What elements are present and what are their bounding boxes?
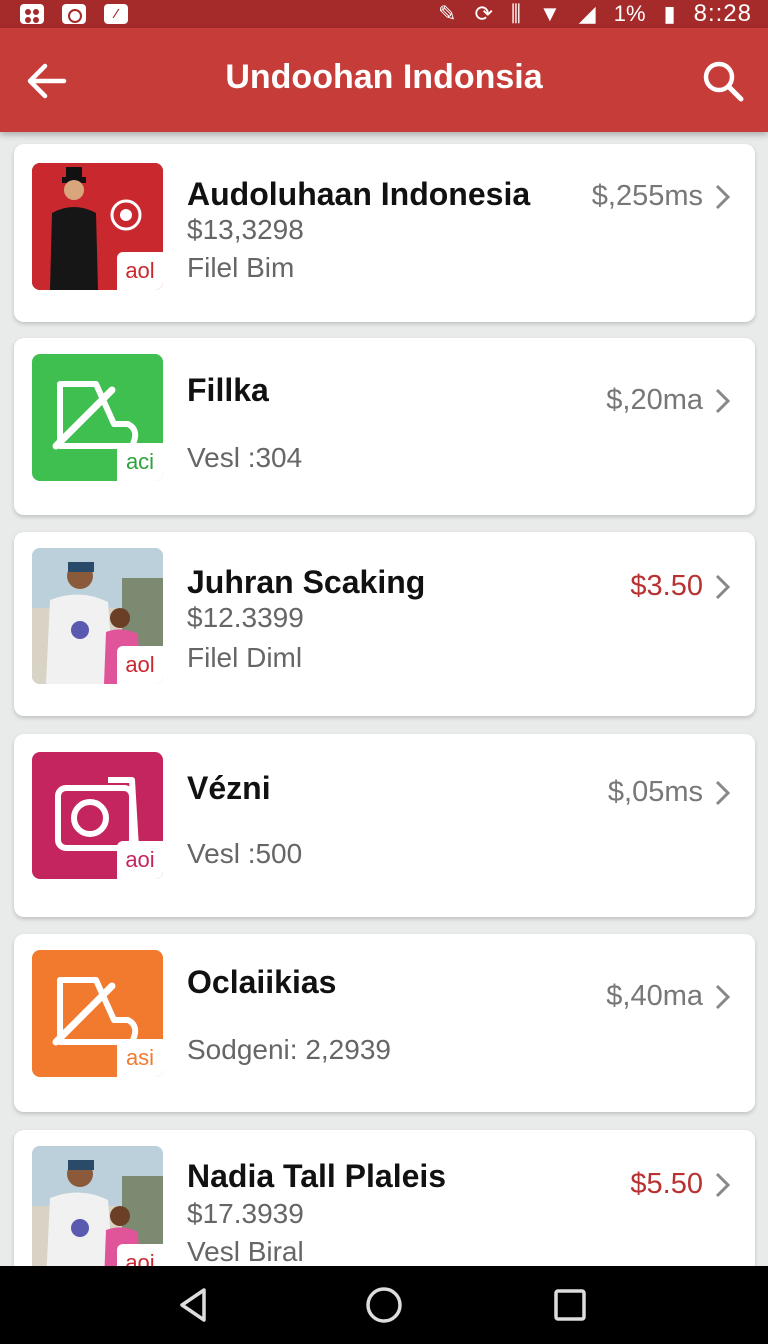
battery-icon: ▮ bbox=[663, 1, 676, 26]
wifi-icon: ▼ bbox=[539, 1, 561, 26]
item-title: Audoluhaan Indonesia bbox=[187, 176, 531, 212]
vibrate-icon: ⫼ bbox=[510, 1, 521, 26]
item-thumbnail: aoi bbox=[32, 1146, 163, 1266]
list-item[interactable]: asi Oclaiikias Sodgeni: 2,2939 $,40ma bbox=[14, 934, 755, 1112]
item-detail: Filel Bim bbox=[187, 252, 295, 283]
system-nav-bar bbox=[0, 1266, 768, 1344]
item-title: Oclaiikias bbox=[187, 964, 337, 1000]
item-thumbnail: aci bbox=[32, 354, 163, 481]
triangle-back-icon bbox=[180, 1288, 206, 1322]
chevron-right-icon bbox=[715, 388, 731, 414]
item-detail: Vesl Biral bbox=[187, 1236, 304, 1266]
item-subtitle: $13,3298 bbox=[187, 214, 304, 245]
item-thumbnail: aol bbox=[32, 163, 163, 290]
item-badge: aoi bbox=[117, 841, 163, 879]
item-price: $,05ms bbox=[607, 776, 703, 808]
item-title: Vézni bbox=[187, 770, 271, 806]
camera-notification-icon bbox=[62, 4, 86, 24]
item-detail: Sodgeni: 2,2939 bbox=[187, 1034, 391, 1065]
item-price: $,20ma bbox=[606, 384, 703, 416]
item-subtitle: $12.3399 bbox=[187, 602, 304, 633]
nav-home-button[interactable] bbox=[364, 1285, 404, 1325]
item-badge: asi bbox=[117, 1039, 163, 1077]
nav-back-button[interactable] bbox=[174, 1285, 214, 1325]
chevron-right-icon bbox=[715, 780, 731, 806]
signal-icon: ◢ bbox=[578, 1, 596, 26]
item-list: aol Audoluhaan Indonesia $13,3298 Filel … bbox=[0, 132, 768, 1266]
circle-home-icon bbox=[366, 1287, 402, 1323]
item-thumbnail: asi bbox=[32, 950, 163, 1077]
item-price: $5.50 bbox=[630, 1168, 703, 1200]
item-price: $3.50 bbox=[630, 570, 703, 602]
item-badge: aoi bbox=[117, 1244, 163, 1266]
chevron-right-icon bbox=[715, 184, 731, 210]
chevron-right-icon bbox=[715, 574, 731, 600]
system-icons: ✎ ⟳ ⫼ ▼ ◢ 1% ▮ 8::28 bbox=[438, 0, 752, 28]
app-notification-icon bbox=[20, 4, 44, 24]
battery-percent: 1% bbox=[613, 1, 646, 26]
item-badge: aol bbox=[117, 646, 163, 684]
chevron-right-icon bbox=[715, 1172, 731, 1198]
nfc-icon: ✎ bbox=[438, 1, 457, 26]
search-button[interactable] bbox=[698, 56, 748, 106]
item-thumbnail: aol bbox=[32, 548, 163, 684]
square-recents-icon bbox=[554, 1289, 586, 1321]
page-title: Undoohan Indonsia bbox=[225, 58, 543, 96]
item-subtitle: $17.3939 bbox=[187, 1198, 304, 1229]
clock: 8::28 bbox=[693, 0, 752, 27]
item-price: $,40ma bbox=[606, 980, 703, 1012]
list-item[interactable]: aol Audoluhaan Indonesia $13,3298 Filel … bbox=[14, 144, 755, 322]
item-detail: Filel Diml bbox=[187, 642, 303, 673]
search-icon bbox=[703, 61, 744, 102]
item-badge: aci bbox=[117, 443, 163, 481]
sync-icon: ⟳ bbox=[474, 1, 493, 26]
nav-recents-button[interactable] bbox=[550, 1285, 590, 1325]
pdf-notification-icon: ⁄ bbox=[104, 4, 128, 24]
item-title: Nadia Tall Plaleis bbox=[187, 1158, 447, 1194]
app-bar: Undoohan Indonsia bbox=[0, 28, 768, 132]
item-title: Juhran Scaking bbox=[187, 564, 426, 600]
item-detail: Vesl :304 bbox=[187, 442, 303, 473]
notification-icons: ⁄ bbox=[20, 4, 128, 24]
list-item[interactable]: aoi Vézni Vesl :500 $,05ms bbox=[14, 734, 755, 917]
item-badge: aol bbox=[117, 252, 163, 290]
list-item[interactable]: aoi Nadia Tall Plaleis $17.3939 Vesl Bir… bbox=[14, 1130, 755, 1266]
list-item[interactable]: aci Fillka Vesl :304 $,20ma bbox=[14, 338, 755, 515]
list-item[interactable]: aol Juhran Scaking $12.3399 Filel Diml $… bbox=[14, 532, 755, 716]
chevron-right-icon bbox=[715, 984, 731, 1010]
item-title: Fillka bbox=[187, 372, 269, 408]
item-thumbnail: aoi bbox=[32, 752, 163, 879]
item-detail: Vesl :500 bbox=[187, 838, 303, 869]
item-price: $,255ms bbox=[591, 180, 703, 212]
status-bar: ⁄ ✎ ⟳ ⫼ ▼ ◢ 1% ▮ 8::28 bbox=[0, 0, 768, 28]
